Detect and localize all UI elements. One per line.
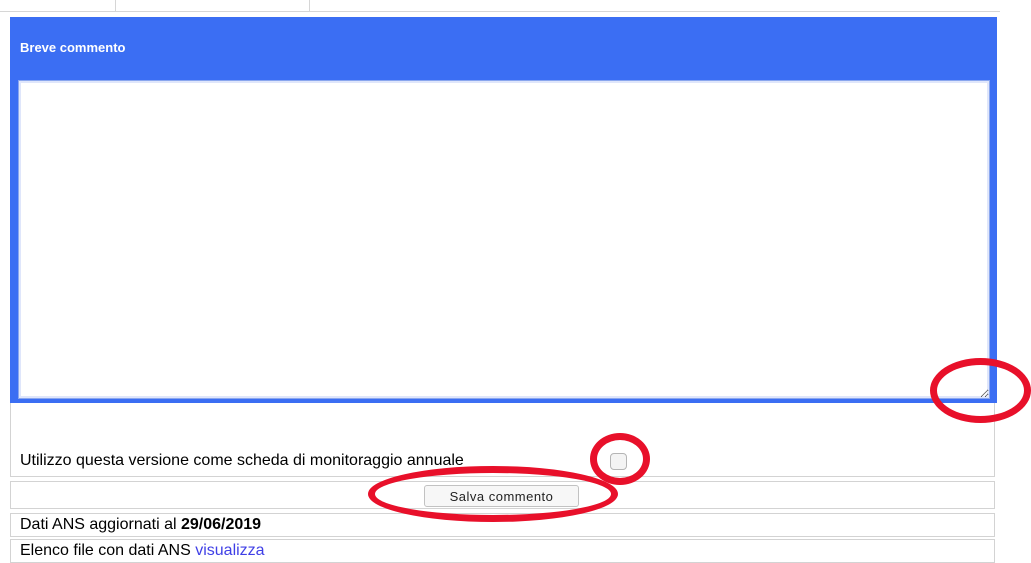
tab-item[interactable]	[0, 0, 116, 12]
save-button-annotation	[368, 466, 618, 522]
top-tab-strip	[0, 0, 1000, 12]
comment-box-frame	[10, 76, 997, 403]
checkbox-annotation	[590, 433, 650, 485]
ans-files-row: Elenco file con dati ANS visualizza	[10, 539, 995, 563]
ans-update-date: 29/06/2019	[180, 516, 262, 533]
ans-files-label: Elenco file con dati ANS	[20, 542, 196, 559]
comment-section-header: Breve commento	[10, 17, 997, 76]
comment-textarea[interactable]	[18, 80, 990, 399]
annual-monitoring-label: Utilizzo questa versione come scheda di …	[20, 452, 464, 469]
tab-item[interactable]	[116, 0, 310, 12]
ans-files-view-link[interactable]: visualizza	[195, 542, 264, 559]
resize-handle-annotation	[930, 358, 1031, 423]
ans-update-label: Dati ANS aggiornati al	[20, 516, 181, 533]
